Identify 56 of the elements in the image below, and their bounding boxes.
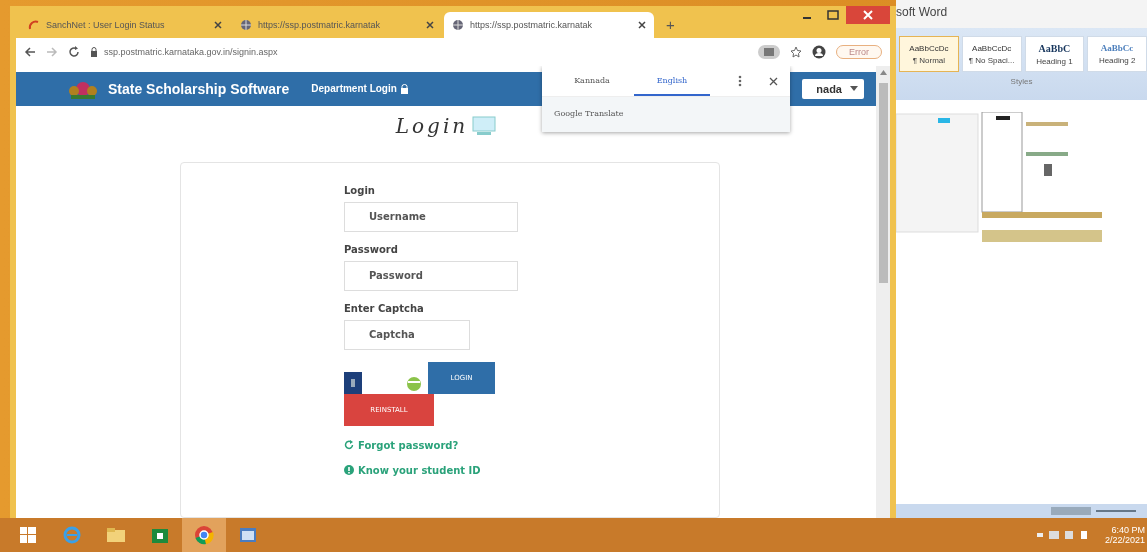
close-button[interactable]: [846, 6, 890, 24]
caret-icon: [850, 86, 858, 92]
close-icon[interactable]: [638, 21, 646, 29]
arc-icon: [28, 19, 40, 31]
address-text[interactable]: ssp.postmatric.karnataka.gov.in/signin.aspx: [104, 47, 278, 57]
close-icon[interactable]: [214, 21, 222, 29]
chrome-icon: [194, 525, 214, 545]
error-button[interactable]: Error: [836, 45, 882, 59]
clock-time[interactable]: 6:40 PM: [1111, 525, 1145, 535]
scrollbar-thumb[interactable]: [878, 83, 888, 283]
scrollbar[interactable]: [876, 66, 890, 518]
back-icon[interactable]: [24, 46, 36, 58]
language-tab[interactable]: Kannada: [554, 66, 630, 96]
refresh-icon: [344, 440, 354, 451]
style-option[interactable]: AaBbCc Heading 2: [1087, 36, 1147, 72]
globe-icon: [452, 19, 464, 31]
windows-icon: [18, 525, 38, 545]
input-field[interactable]: Password: [344, 260, 518, 291]
help-link[interactable]: Know your student ID: [358, 464, 481, 476]
close-icon[interactable]: [769, 76, 778, 86]
star-icon[interactable]: [790, 46, 802, 58]
browser-icon: [62, 525, 82, 545]
help-link[interactable]: Forgot password?: [358, 439, 459, 451]
lock-icon: [90, 47, 98, 57]
clock-date[interactable]: 2/22/2021: [1104, 535, 1145, 545]
field-label: Password: [344, 243, 399, 255]
field-label: Enter Captcha: [344, 302, 425, 314]
captcha-image: [344, 371, 362, 394]
ribbon-group-label: Styles: [1009, 77, 1034, 86]
language-dropdown[interactable]: nada: [802, 78, 864, 99]
monitor-icon: [472, 115, 497, 136]
style-option[interactable]: AaBbCcDc ¶ Normal: [899, 36, 959, 72]
browser-tab[interactable]: SanchNet : User Login Status: [20, 12, 230, 38]
input-field[interactable]: Captcha: [344, 319, 470, 350]
style-option[interactable]: AaBbCcDc ¶ No Spaci...: [961, 36, 1022, 72]
folder-icon: [106, 525, 126, 545]
department-login-link[interactable]: Department Login: [311, 83, 397, 95]
browser-tab[interactable]: https://ssp.postmatric.karnatak: [232, 12, 442, 38]
browser-tab[interactable]: https://ssp.postmatric.karnatak: [444, 12, 654, 38]
globe-icon: [240, 19, 252, 31]
reload-icon[interactable]: [68, 46, 80, 58]
translate-footer: Google Translate: [554, 109, 624, 118]
window-title: soft Word: [896, 0, 1147, 28]
style-option[interactable]: AaBbC Heading 1: [1024, 36, 1085, 72]
site-title: State Scholarship Software: [108, 80, 290, 97]
page-title: Login: [395, 113, 469, 138]
taskbar-app[interactable]: [182, 518, 226, 552]
close-icon[interactable]: [426, 21, 434, 29]
window-icon: [238, 525, 258, 545]
scroll-up-icon: [879, 70, 887, 75]
lock-icon: [399, 83, 409, 94]
new-tab-button[interactable]: +: [656, 12, 685, 38]
field-label: Login: [344, 184, 376, 196]
more-icon[interactable]: [737, 75, 742, 87]
profile-icon[interactable]: [812, 45, 826, 59]
input-field[interactable]: Username: [344, 201, 518, 232]
